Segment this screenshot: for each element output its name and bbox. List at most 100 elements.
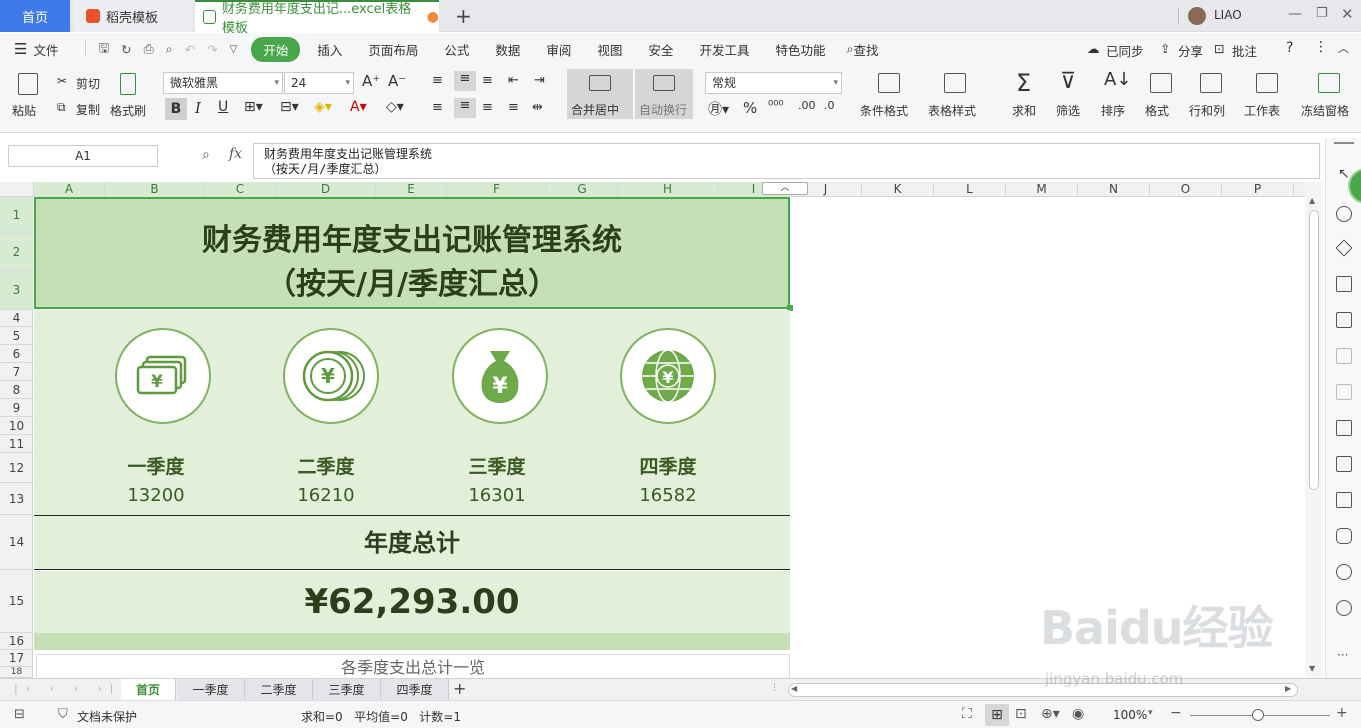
scroll-down-icon[interactable]: ▼ [1309,664,1315,673]
col-header-a[interactable]: A [34,182,105,197]
sheet-tab-q2[interactable]: 二季度 [245,679,313,701]
thousands-icon[interactable]: ⁰⁰⁰ [768,99,784,114]
annotate-icon[interactable]: ⊡ [1214,41,1224,56]
currency-icon[interactable]: ㊊▾ [708,99,729,119]
page-break-view-icon[interactable]: ⊡ [1015,706,1027,722]
row-header-3[interactable]: 3 [0,271,33,310]
col-header-d[interactable]: D [276,182,376,197]
filter-button[interactable]: 筛选 [1056,102,1080,119]
row-header-11[interactable]: 11 [0,435,33,453]
new-tab-button[interactable]: + [455,4,472,28]
increase-decimal-icon[interactable]: .00 [798,99,816,112]
scroll-left-icon[interactable]: ◀ [791,684,797,693]
avatar[interactable] [1188,7,1206,25]
row-header-4[interactable]: 4 [0,310,33,327]
fullscreen-icon[interactable]: ⛶ [962,706,972,722]
format-icon[interactable] [1150,73,1172,93]
col-header-o[interactable]: O [1150,182,1222,197]
align-bottom-icon[interactable]: ≡ [482,73,493,88]
row-header-8[interactable]: 8 [0,381,33,399]
help-icon[interactable]: ? [1286,40,1293,56]
vertical-scroll-thumb[interactable] [1309,210,1319,490]
row-header-13[interactable]: 13 [0,483,33,515]
align-left-icon[interactable]: ≡ [432,100,443,115]
font-family-select[interactable]: 微软雅黑 [163,72,283,94]
wrap-text-button[interactable]: 自动换行 [635,69,693,119]
percent-icon[interactable]: % [743,99,757,117]
sum-button[interactable]: 求和 [1012,102,1036,119]
export-icon[interactable] [1336,456,1352,472]
number-format-select[interactable]: 常规 [705,72,842,94]
row-header-9[interactable]: 9 [0,399,33,417]
increase-font-icon[interactable]: A⁺ [362,72,380,90]
decrease-font-icon[interactable]: A⁻ [388,72,406,90]
tools-icon[interactable] [1336,348,1352,364]
table-style-button[interactable]: 表格样式 [928,102,976,119]
add-sheet-icon[interactable]: + [453,679,466,698]
minimize-icon[interactable]: — [1288,6,1302,22]
row-header-10[interactable]: 10 [0,417,33,435]
row-col-button[interactable]: 行和列 [1189,102,1225,119]
sheet-tab-q1[interactable]: 一季度 [177,679,245,701]
underline-icon[interactable]: U [218,99,228,115]
menu-security[interactable]: 安全 [635,40,686,59]
save-icon[interactable]: 🖫 [98,39,109,60]
sheet-tab-q4[interactable]: 四季度 [381,679,449,701]
menu-formulas[interactable]: 公式 [431,40,482,59]
image-icon[interactable] [1336,492,1352,508]
paste-icon[interactable] [18,73,38,95]
shield-icon[interactable] [1336,528,1352,544]
format-button[interactable]: 格式 [1145,102,1169,119]
italic-icon[interactable]: I [195,99,201,117]
row-header-1[interactable]: 1 [0,197,33,234]
collapse-ribbon-icon[interactable]: ︿ [1338,40,1349,56]
tab-split-icon[interactable]: ⋮ [770,683,779,693]
menu-data[interactable]: 数据 [482,40,533,59]
filter-icon[interactable]: ⊽ [1060,69,1076,94]
user-name[interactable]: LIAO [1214,8,1242,22]
chart-icon[interactable] [1336,312,1352,328]
increase-indent-icon[interactable]: ⇥ [534,73,545,88]
align-center-icon[interactable]: ≡ [454,98,476,118]
hamburger-icon[interactable]: ☰ [14,40,27,58]
name-box[interactable]: A1 [8,145,158,167]
zoom-out-icon[interactable]: − [1170,705,1182,721]
zoom-dropdown-icon[interactable]: ▾ [1148,708,1153,718]
scroll-up-icon[interactable]: ▲ [1309,196,1315,205]
cut-icon[interactable]: ✂ [57,74,67,88]
col-header-f[interactable]: F [447,182,547,197]
border-icon[interactable]: ⊞▾ [244,99,263,115]
share-icon[interactable]: ⇪ [1160,41,1170,56]
copy-button[interactable]: 复制 [76,101,100,118]
redo-icon[interactable]: ↷ [207,42,217,57]
decrease-decimal-icon[interactable]: .0 [824,99,835,112]
row-header-7[interactable]: 7 [0,363,33,381]
fx-icon[interactable]: fx [229,146,242,162]
share-button[interactable]: 分享 [1178,41,1203,60]
menu-page-layout[interactable]: 页面布局 [355,40,431,59]
font-size-select[interactable]: 24 [284,72,354,94]
close-icon[interactable]: ✕ [1341,5,1354,23]
freeze-panes-icon[interactable] [1318,73,1340,93]
worksheet-button[interactable]: 工作表 [1244,102,1280,119]
print-icon[interactable]: ⎙ [144,41,154,57]
conditional-format-icon[interactable] [878,73,900,93]
col-header-m[interactable]: M [1006,182,1078,197]
sheet-tab-home[interactable]: 首页 [121,679,176,701]
synced-label[interactable]: 已同步 [1106,41,1144,60]
horizontal-scrollbar[interactable]: ◀ ▶ [788,683,1298,697]
col-header-c[interactable]: C [205,182,276,197]
quick-access-dropdown-icon[interactable]: ▽ [230,44,238,55]
zoom-in-icon[interactable]: + [1336,705,1348,721]
col-header-e[interactable]: E [376,182,447,197]
align-right-icon[interactable]: ≡ [482,100,493,115]
format-painter-icon[interactable] [120,73,136,95]
formula-input[interactable]: 财务费用年度支出记账管理系统 （按天/月/季度汇总） [253,143,1320,179]
row-header-17[interactable]: 17 [0,650,33,667]
paste-button[interactable]: 粘贴 [12,102,36,119]
sheet-nav-icon[interactable]: |‹ ‹ › ›| [14,682,122,695]
col-header-b[interactable]: B [105,182,205,197]
macro-icon[interactable]: ⊟ [14,707,25,722]
justify-icon[interactable]: ≡ [508,100,519,115]
scroll-right-icon[interactable]: ▶ [1285,684,1291,693]
